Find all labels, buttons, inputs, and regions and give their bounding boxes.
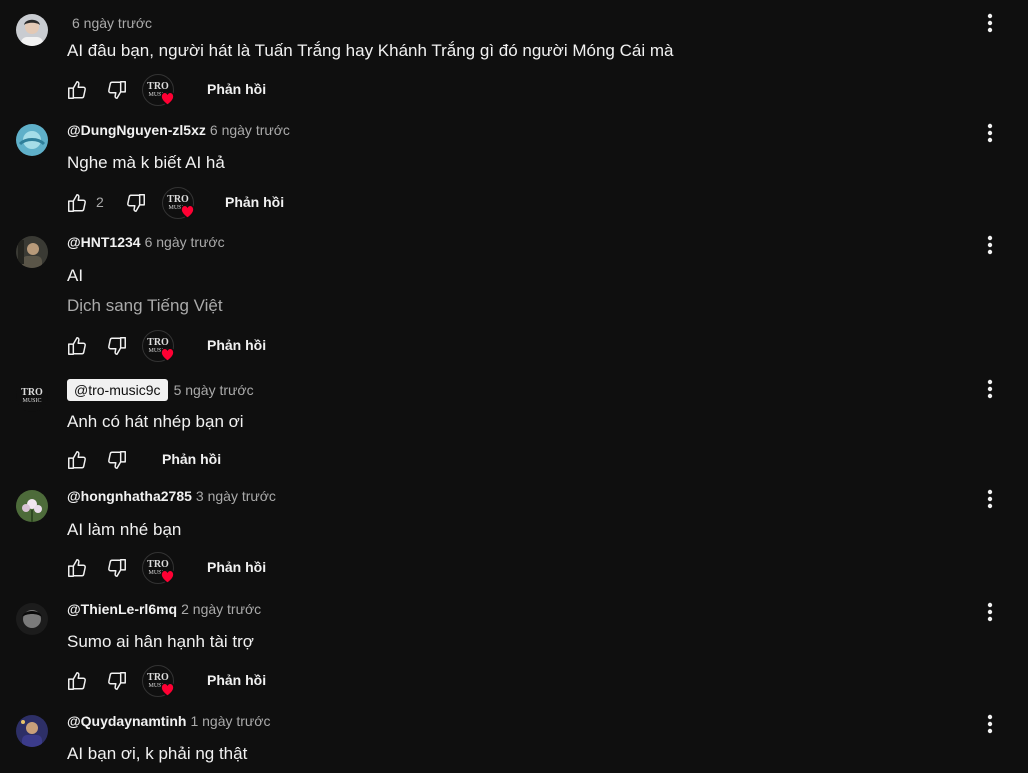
like-icon[interactable] [66, 557, 88, 579]
heart-icon [159, 681, 176, 697]
comment-text: AI làm nhé bạn [67, 520, 182, 539]
comment-time[interactable]: 2 ngày trước [181, 601, 261, 617]
comment-header: @tro-music9c 5 ngày trước [67, 379, 254, 401]
comment-text: Sumo ai hân hạnh tài trợ [67, 632, 254, 651]
creator-heart-badge: TRO MUSIC [142, 330, 174, 362]
reply-button[interactable]: Phản hồi [162, 451, 221, 467]
heart-icon [159, 346, 176, 362]
heart-icon [159, 90, 176, 106]
comment-actions: TRO MUSIC Phản hồi [0, 74, 1028, 110]
comment-header: @Quydaynamtinh 1 ngày trước [67, 713, 270, 729]
like-icon[interactable] [66, 449, 88, 471]
more-actions-icon[interactable] [980, 487, 1000, 511]
like-icon[interactable] [66, 79, 88, 101]
reply-button[interactable]: Phản hồi [207, 81, 266, 97]
more-actions-icon[interactable] [980, 600, 1000, 624]
comment-actions: 2 TRO MUSIC Phản hồi [0, 187, 1028, 223]
channel-badge-line1: TRO [21, 387, 43, 398]
reply-button[interactable]: Phản hồi [207, 559, 266, 575]
comment-actions: TRO MUSIC Phản hồi [0, 665, 1028, 701]
comment-author[interactable]: @hongnhatha2785 [67, 488, 192, 504]
dislike-icon[interactable] [106, 79, 128, 101]
dislike-icon[interactable] [125, 192, 147, 214]
creator-heart-badge: TRO MUSIC [162, 187, 194, 219]
creator-heart-badge: TRO MUSIC [142, 74, 174, 106]
comment-author[interactable]: @ThienLe-rl6mq [67, 601, 177, 617]
comment-text: Nghe mà k biết AI hả [67, 153, 225, 172]
dislike-icon[interactable] [106, 670, 128, 692]
comment-actions: TRO MUSIC Phản hồi [0, 330, 1028, 366]
dislike-icon[interactable] [106, 335, 128, 357]
avatar[interactable] [16, 603, 48, 635]
comment-time[interactable]: 6 ngày trước [72, 15, 152, 31]
reply-button[interactable]: Phản hồi [207, 337, 266, 353]
creator-author-chip[interactable]: @tro-music9c [67, 379, 168, 401]
comment-text: Anh có hát nhép bạn ơi [67, 412, 244, 431]
more-actions-icon[interactable] [980, 377, 1000, 401]
comment-actions: Phản hồi [0, 448, 1028, 480]
comment-text: AI [67, 266, 84, 285]
heart-icon [159, 568, 176, 584]
reply-button[interactable]: Phản hồi [207, 672, 266, 688]
comment-header: @ThienLe-rl6mq 2 ngày trước [67, 601, 261, 617]
comment-header: @HNT1234 6 ngày trước [67, 234, 225, 250]
channel-avatar[interactable]: TRO MUSIC [16, 380, 48, 412]
comment-author[interactable]: @HNT1234 [67, 234, 141, 250]
heart-icon [179, 203, 196, 219]
comment-actions: TRO MUSIC Phản hồi [0, 552, 1028, 588]
like-icon[interactable] [66, 335, 88, 357]
creator-heart-badge: TRO MUSIC [142, 665, 174, 697]
channel-badge-line2: MUSIC [22, 398, 42, 404]
reply-button[interactable]: Phản hồi [225, 194, 284, 210]
creator-heart-badge: TRO MUSIC [142, 552, 174, 584]
dislike-icon[interactable] [106, 557, 128, 579]
comment-time[interactable]: 6 ngày trước [145, 234, 225, 250]
comment-header: @hongnhatha2785 3 ngày trước [67, 488, 276, 504]
comment-time[interactable]: 1 ngày trước [190, 713, 270, 729]
avatar[interactable] [16, 490, 48, 522]
comment-time[interactable]: 5 ngày trước [174, 382, 254, 398]
comment-text: AI bạn ơi, k phải ng thật [67, 744, 248, 763]
comment-header: 6 ngày trước [72, 15, 152, 31]
more-actions-icon[interactable] [980, 712, 1000, 736]
avatar[interactable] [16, 124, 48, 156]
more-actions-icon[interactable] [980, 233, 1000, 257]
translate-link[interactable]: Dịch sang Tiếng Việt [67, 296, 223, 316]
comment-text: AI đâu bạn, người hát là Tuấn Trắng hay … [67, 41, 674, 60]
dislike-icon[interactable] [106, 449, 128, 471]
comment-header: @DungNguyen-zl5xz 6 ngày trước [67, 122, 290, 138]
like-count: 2 [96, 194, 104, 210]
like-icon[interactable] [66, 670, 88, 692]
like-icon[interactable] [66, 192, 88, 214]
avatar[interactable] [16, 236, 48, 268]
comment-time[interactable]: 6 ngày trước [210, 122, 290, 138]
comment-time[interactable]: 3 ngày trước [196, 488, 276, 504]
avatar[interactable] [16, 715, 48, 747]
avatar[interactable] [16, 14, 48, 46]
comment-author[interactable]: @Quydaynamtinh [67, 713, 186, 729]
comment-author[interactable]: @DungNguyen-zl5xz [67, 122, 206, 138]
more-actions-icon[interactable] [980, 121, 1000, 145]
more-actions-icon[interactable] [980, 11, 1000, 35]
